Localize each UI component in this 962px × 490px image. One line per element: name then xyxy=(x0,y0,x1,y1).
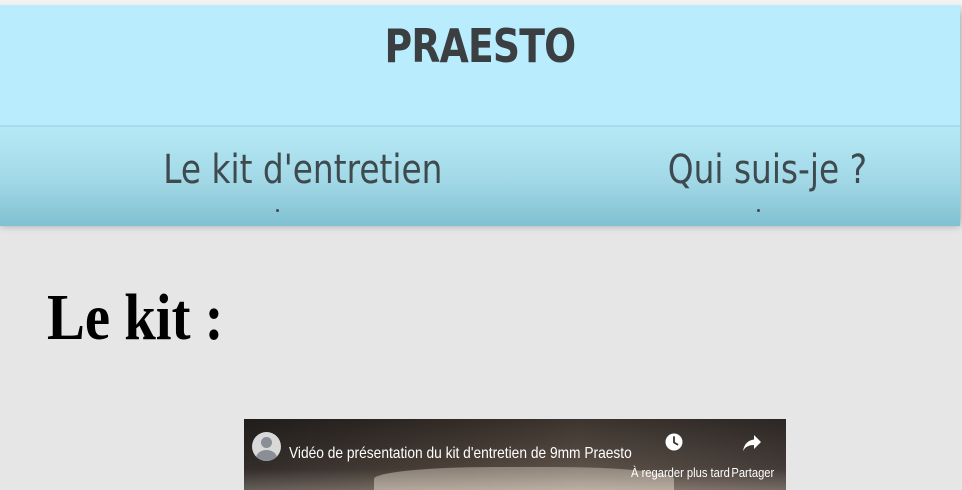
watch-later-label: À regarder plus tard xyxy=(631,465,730,480)
video-embed[interactable]: Vidéo de présentation du kit d'entretien… xyxy=(244,419,786,490)
watch-later-button[interactable]: À regarder plus tard xyxy=(624,431,730,487)
nav-indicator-dot xyxy=(276,209,279,212)
share-icon xyxy=(743,435,761,451)
share-label: Partager xyxy=(731,465,775,480)
avatar-icon[interactable] xyxy=(252,432,281,461)
nav-item-qui-suis-je[interactable]: Qui suis-je ? xyxy=(668,147,867,193)
share-button[interactable]: Partager xyxy=(728,431,776,487)
nav-item-kit-entretien[interactable]: Le kit d'entretien xyxy=(163,147,442,193)
section-title: Le kit : xyxy=(47,281,224,354)
video-title[interactable]: Vidéo de présentation du kit d'entretien… xyxy=(289,445,632,463)
site-header: PRAESTO Le kit d'entretien Qui suis-je ? xyxy=(0,5,960,226)
main-nav: Le kit d'entretien Qui suis-je ? xyxy=(0,125,960,226)
nav-indicator-dot xyxy=(757,209,760,212)
site-brand[interactable]: PRAESTO xyxy=(86,19,873,73)
clock-icon xyxy=(665,433,683,451)
